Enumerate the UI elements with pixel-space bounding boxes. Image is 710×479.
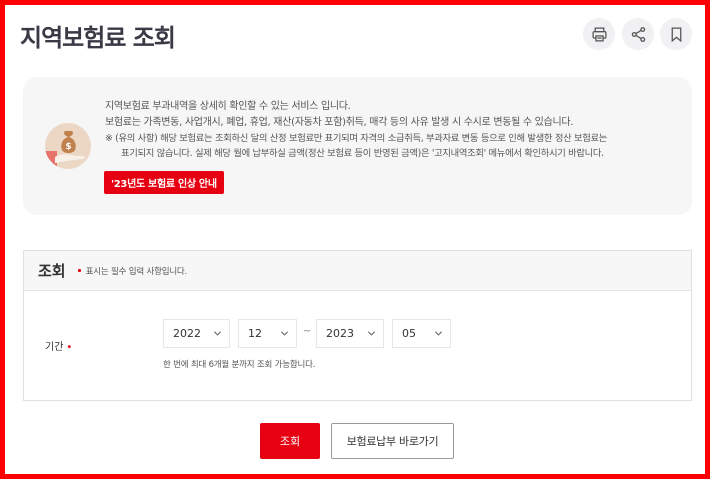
end-year-value: 2023	[326, 327, 354, 340]
search-button[interactable]: 조회	[260, 423, 320, 459]
period-help-text: 한 번에 최대 6개월 분까지 조회 가능합니다.	[163, 360, 316, 370]
period-label: 기간 •	[45, 338, 72, 353]
bookmark-icon	[671, 26, 681, 42]
end-month-value: 05	[402, 327, 416, 340]
query-title: 조회	[38, 262, 66, 280]
notice-line-intro: 지역보험료 부과내역을 상세히 확인할 수 있는 서비스 입니다.	[105, 101, 351, 112]
query-form: 조회 표시는 필수 입력 사항입니다. 기간 • 2022 12 ~ 2023 0…	[23, 250, 692, 401]
rate-increase-notice-button[interactable]: '23년도 보험료 인상 안내	[104, 171, 224, 194]
start-month-value: 12	[248, 327, 262, 340]
print-button[interactable]	[583, 18, 615, 50]
chevron-down-icon	[213, 331, 222, 336]
notice-line-caution: ※ (유의 사항) 해당 보험료는 조회하신 달의 산정 보험료만 표기되며 자…	[105, 133, 608, 144]
bookmark-button[interactable]	[660, 18, 692, 50]
start-year-select[interactable]: 2022	[163, 319, 230, 348]
page-title: 지역보험료 조회	[20, 24, 176, 52]
required-mark: •	[66, 342, 73, 353]
page-frame: 지역보험료 조회 $ 지역보험료 부과내역을 상세히 확인할 수 있는 서비스 …	[0, 0, 710, 479]
service-notice-box: $ 지역보험료 부과내역을 상세히 확인할 수 있는 서비스 입니다. 보험료는…	[23, 77, 692, 215]
period-label-text: 기간	[45, 342, 64, 353]
query-header: 조회 표시는 필수 입력 사항입니다.	[24, 251, 691, 291]
printer-icon	[591, 26, 607, 42]
payment-shortcut-button[interactable]: 보험료납부 바로가기	[331, 423, 454, 459]
range-separator: ~	[303, 326, 312, 337]
required-dot-icon	[77, 269, 81, 272]
share-button[interactable]	[622, 18, 654, 50]
notice-text: 지역보험료 부과내역을 상세히 확인할 수 있는 서비스 입니다. 보험료는 가…	[105, 99, 685, 161]
end-month-select[interactable]: 05	[392, 319, 451, 348]
notice-line-caution-cont: 표기되지 않습니다. 실제 해당 월에 납부하실 금액(정산 보험료 등이 반영…	[121, 148, 604, 159]
chevron-down-icon	[434, 331, 443, 336]
svg-text:$: $	[65, 142, 71, 152]
chevron-down-icon	[280, 331, 289, 336]
chevron-down-icon	[367, 331, 376, 336]
share-icon	[631, 26, 645, 42]
required-note: 표시는 필수 입력 사항입니다.	[85, 266, 188, 277]
end-year-select[interactable]: 2023	[316, 319, 384, 348]
start-month-select[interactable]: 12	[238, 319, 297, 348]
money-bag-hand-icon: $	[45, 123, 91, 169]
start-year-value: 2022	[173, 327, 201, 340]
notice-line-change: 보험료는 가족변동, 사업개시, 폐업, 휴업, 재산(자동차 포함)취득, 매…	[105, 117, 574, 128]
